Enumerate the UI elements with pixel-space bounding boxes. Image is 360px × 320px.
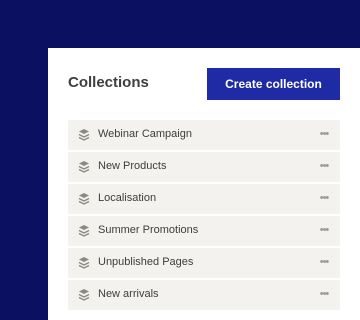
collections-panel: Collections Create collection Webinar Ca… (48, 48, 360, 320)
list-item[interactable]: New Products ••• (68, 152, 340, 182)
list-item-label: Summer Promotions (98, 224, 199, 236)
list-item-label: Unpublished Pages (98, 256, 194, 268)
create-collection-button[interactable]: Create collection (207, 68, 340, 100)
list-item-label: Webinar Campaign (98, 128, 192, 140)
layers-icon (78, 256, 90, 270)
list-item-label: Localisation (98, 192, 157, 204)
list-item[interactable]: Summer Promotions ••• (68, 216, 340, 246)
list-item[interactable]: Localisation ••• (68, 184, 340, 214)
more-options-icon[interactable]: ••• (318, 158, 330, 174)
layers-icon (78, 128, 90, 142)
more-options-icon[interactable]: ••• (318, 222, 330, 238)
layers-icon (78, 288, 90, 302)
more-options-icon[interactable]: ••• (318, 126, 330, 142)
list-item[interactable]: Unpublished Pages ••• (68, 248, 340, 278)
layers-icon (78, 192, 90, 206)
more-options-icon[interactable]: ••• (318, 286, 330, 302)
more-options-icon[interactable]: ••• (318, 190, 330, 206)
list-item-label: New arrivals (98, 288, 159, 300)
list-item[interactable]: New arrivals ••• (68, 280, 340, 310)
layers-icon (78, 224, 90, 238)
layers-icon (78, 160, 90, 174)
list-item[interactable]: Webinar Campaign ••• (68, 120, 340, 150)
collections-list: Webinar Campaign ••• New Products ••• Lo… (68, 120, 340, 312)
more-options-icon[interactable]: ••• (318, 254, 330, 270)
page-title: Collections (68, 74, 149, 91)
panel-header: Collections Create collection (68, 68, 340, 100)
list-item-label: New Products (98, 160, 167, 172)
